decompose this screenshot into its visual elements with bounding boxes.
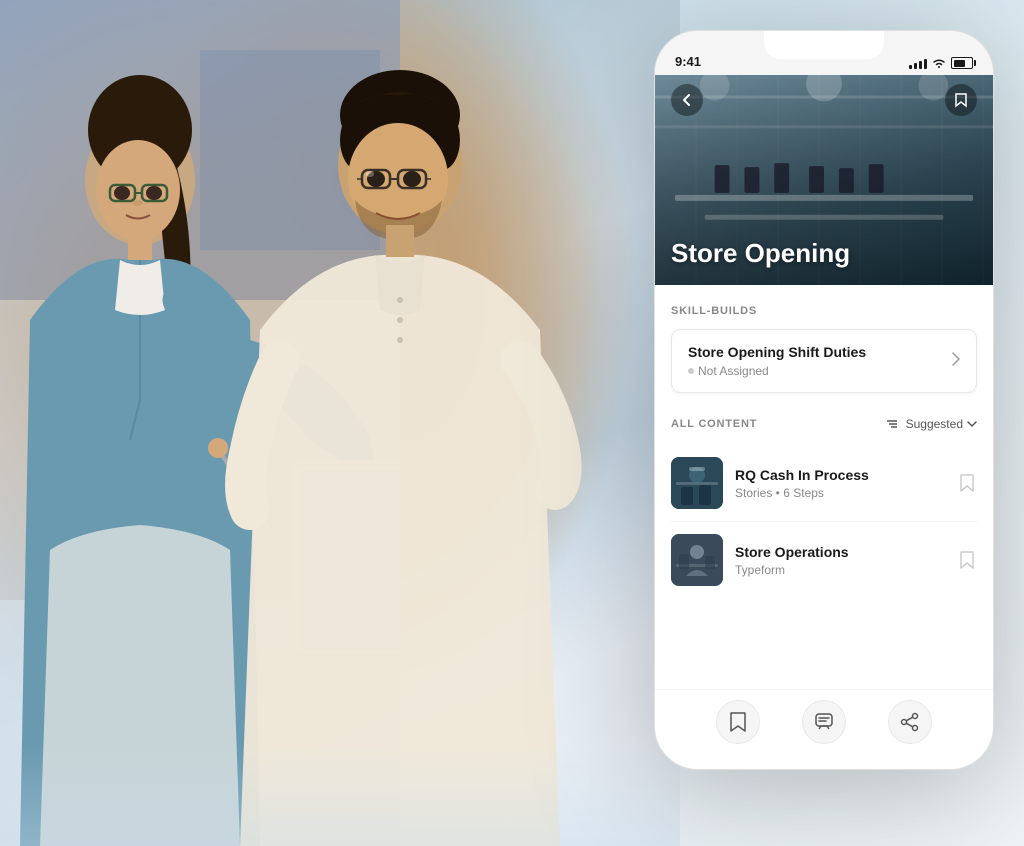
man-figure [200,0,650,846]
status-dot-icon [688,368,694,374]
chat-icon [814,712,834,732]
skill-build-card[interactable]: Store Opening Shift Duties Not Assigned [671,329,977,393]
thumbnail-rq-bg [671,457,723,509]
bookmark-outline-icon-2 [959,550,975,570]
content-title-so: Store Operations [735,544,945,560]
content-thumbnail-so [671,534,723,586]
back-button[interactable] [671,84,703,116]
status-time: 9:41 [675,54,701,69]
bottom-chat-button[interactable] [802,700,846,744]
content-thumbnail-rq [671,457,723,509]
skill-builds-label: SKILL-BUILDS [671,305,977,317]
phone-body: 9:41 [654,30,994,770]
sort-icon [885,417,899,431]
content-item-rq[interactable]: RQ Cash In Process Stories • 6 Steps [671,445,977,522]
content-bookmark-rq[interactable] [957,473,977,493]
background-photo [0,0,680,846]
content-item-so[interactable]: Store Operations Typeform [671,522,977,598]
signal-bar-2 [914,63,917,69]
hero-image: Store Opening [655,75,993,285]
hero-title: Store Opening [671,238,850,269]
signal-bar-3 [919,61,922,69]
skill-build-title: Store Opening Shift Duties [688,344,952,360]
signal-bars-icon [909,57,927,69]
card-arrow-icon [952,352,960,371]
phone-notch [764,31,884,59]
signal-bar-4 [924,59,927,69]
bookmark-icon [954,92,968,108]
back-arrow-icon [680,93,694,107]
hero-bookmark-button[interactable] [945,84,977,116]
sort-button[interactable]: Suggested [885,417,977,431]
content-info-rq: RQ Cash In Process Stories • 6 Steps [735,467,945,500]
battery-icon [951,57,973,69]
content-info-so: Store Operations Typeform [735,544,945,577]
so-thumbnail-image [671,534,723,586]
skill-build-status: Not Assigned [688,364,952,378]
bottom-bookmark-icon [729,711,747,733]
skill-build-status-text: Not Assigned [698,364,769,378]
all-content-label: ALL CONTENT [671,418,757,430]
battery-fill [954,60,966,67]
thumbnail-so-bg [671,534,723,586]
bookmark-outline-icon [959,473,975,493]
all-content-header: ALL CONTENT Suggested [671,417,977,431]
hero-nav-bar [655,75,993,125]
wifi-icon [932,57,946,69]
skill-build-info: Store Opening Shift Duties Not Assigned [688,344,952,378]
bottom-bookmark-button[interactable] [716,700,760,744]
bottom-nav [655,689,993,769]
rq-thumbnail-image [671,457,723,509]
content-bookmark-so[interactable] [957,550,977,570]
content-meta-rq: Stories • 6 Steps [735,486,945,500]
sort-label: Suggested [906,417,963,431]
bottom-share-button[interactable] [888,700,932,744]
signal-bar-1 [909,65,912,69]
content-title-rq: RQ Cash In Process [735,467,945,483]
content-meta-so: Typeform [735,563,945,577]
content-area: SKILL-BUILDS Store Opening Shift Duties … [655,285,993,689]
status-icons [909,57,973,69]
phone-mockup: 9:41 [654,30,994,770]
share-icon [900,712,920,732]
floor-reflection [0,746,680,846]
chevron-down-icon [967,420,977,428]
